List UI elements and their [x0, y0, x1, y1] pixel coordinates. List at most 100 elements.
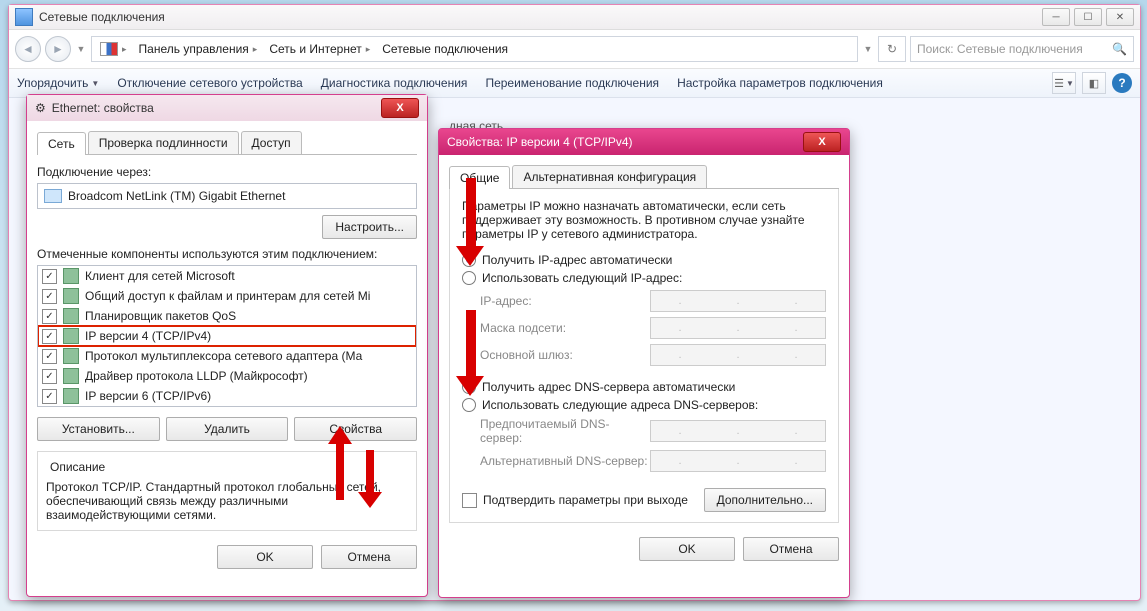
subnet-mask-input: ... [650, 317, 826, 339]
radio-auto-ip[interactable]: Получить IP-адрес автоматически [462, 253, 826, 267]
description-text: Протокол TCP/IP. Стандартный протокол гл… [46, 480, 408, 522]
search-placeholder: Поиск: Сетевые подключения [917, 42, 1083, 56]
component-icon [63, 368, 79, 384]
ip-address-label: IP-адрес: [480, 294, 650, 308]
gateway-label: Основной шлюз: [480, 348, 650, 362]
nav-forward-button[interactable]: ► [45, 36, 71, 62]
preferred-dns-input: ... [650, 420, 826, 442]
ipv4-properties-dialog: Свойства: IP версии 4 (TCP/IPv4) X Общие… [438, 128, 850, 598]
minimize-button[interactable]: ─ [1042, 8, 1070, 26]
radio-auto-dns[interactable]: Получить адрес DNS-сервера автоматически [462, 380, 826, 394]
nic-icon [44, 189, 62, 203]
dialog-titlebar[interactable]: Свойства: IP версии 4 (TCP/IPv4) X [439, 129, 849, 155]
list-item[interactable]: ✓Планировщик пакетов QoS [38, 306, 416, 326]
list-item[interactable]: ✓Драйвер протокола LLDP (Майкрософт) [38, 366, 416, 386]
refresh-button[interactable]: ↻ [878, 36, 906, 62]
preview-pane-button[interactable]: ◧ [1082, 72, 1106, 94]
alternate-dns-input: ... [650, 450, 826, 472]
component-list[interactable]: ✓Клиент для сетей Microsoft ✓Общий досту… [37, 265, 417, 407]
window-titlebar: Сетевые подключения ─ ☐ ✕ [9, 5, 1140, 30]
component-icon [63, 288, 79, 304]
breadcrumb-seg[interactable]: Панель управления [139, 42, 249, 56]
component-icon [63, 328, 79, 344]
breadcrumb-seg[interactable]: Сеть и Интернет [269, 42, 361, 56]
subnet-mask-label: Маска подсети: [480, 321, 650, 335]
checkbox[interactable]: ✓ [42, 329, 57, 344]
checkbox[interactable]: ✓ [42, 369, 57, 384]
advanced-button[interactable]: Дополнительно... [704, 488, 826, 512]
nav-back-button[interactable]: ◄ [15, 36, 41, 62]
search-input[interactable]: Поиск: Сетевые подключения 🔍 [910, 36, 1134, 62]
tab-strip: Общие Альтернативная конфигурация [449, 165, 839, 189]
dialog-title: Свойства: IP версии 4 (TCP/IPv4) [447, 135, 633, 149]
tab-access[interactable]: Доступ [241, 131, 302, 154]
help-button[interactable]: ? [1112, 73, 1132, 93]
close-button[interactable]: ✕ [1106, 8, 1134, 26]
remove-button[interactable]: Удалить [166, 417, 289, 441]
gateway-input: ... [650, 344, 826, 366]
component-icon [63, 388, 79, 404]
ip-address-input: ... [650, 290, 826, 312]
tab-alt-config[interactable]: Альтернативная конфигурация [512, 165, 707, 188]
toolbar-connection-settings[interactable]: Настройка параметров подключения [677, 76, 883, 90]
breadcrumb-seg[interactable]: Сетевые подключения [382, 42, 508, 56]
dialog-close-button[interactable]: X [381, 98, 419, 118]
component-icon [63, 308, 79, 324]
annotation-arrow [360, 450, 380, 510]
checkbox[interactable]: ✓ [42, 389, 57, 404]
intro-text: Параметры IP можно назначать автоматичес… [462, 199, 826, 241]
maximize-button[interactable]: ☐ [1074, 8, 1102, 26]
toolbar-organize[interactable]: Упорядочить▼ [17, 76, 99, 90]
list-item[interactable]: ✓Клиент для сетей Microsoft [38, 266, 416, 286]
ok-button[interactable]: OK [217, 545, 313, 569]
toolbar-disable-device[interactable]: Отключение сетевого устройства [117, 76, 302, 90]
cancel-button[interactable]: Отмена [743, 537, 839, 561]
window-title: Сетевые подключения [39, 10, 165, 24]
configure-button[interactable]: Настроить... [322, 215, 417, 239]
install-button[interactable]: Установить... [37, 417, 160, 441]
adapter-name: Broadcom NetLink (TM) Gigabit Ethernet [68, 189, 285, 203]
list-item[interactable]: ✓IP версии 6 (TCP/IPv6) [38, 386, 416, 406]
dialog-titlebar[interactable]: ⚙ Ethernet: свойства X [27, 95, 427, 121]
dialog-title: Ethernet: свойства [52, 101, 154, 115]
list-item[interactable]: ✓Протокол мультиплексора сетевого адапте… [38, 346, 416, 366]
tab-network[interactable]: Сеть [37, 132, 86, 155]
component-icon [63, 348, 79, 364]
radio-manual-dns[interactable]: Использовать следующие адреса DNS-сервер… [462, 398, 826, 412]
nav-history-dropdown[interactable]: ▼ [75, 44, 87, 54]
confirm-on-exit-label: Подтвердить параметры при выходе [483, 493, 688, 507]
component-icon [63, 268, 79, 284]
ethernet-properties-dialog: ⚙ Ethernet: свойства X Сеть Проверка под… [26, 94, 428, 597]
net-adapter-icon: ⚙ [35, 101, 46, 115]
annotation-arrow [330, 420, 350, 500]
components-label: Отмеченные компоненты используются этим … [37, 247, 417, 261]
confirm-on-exit-checkbox[interactable] [462, 493, 477, 508]
toolbar-rename[interactable]: Переименование подключения [485, 76, 659, 90]
checkbox[interactable]: ✓ [42, 269, 57, 284]
list-item[interactable]: ✓Общий доступ к файлам и принтерам для с… [38, 286, 416, 306]
checkbox[interactable]: ✓ [42, 309, 57, 324]
checkbox[interactable]: ✓ [42, 289, 57, 304]
alternate-dns-label: Альтернативный DNS-сервер: [480, 454, 650, 468]
properties-button[interactable]: Свойства [294, 417, 417, 441]
cancel-button[interactable]: Отмена [321, 545, 417, 569]
breadcrumb-bar[interactable]: ▸ Панель управления▸ Сеть и Интернет▸ Се… [91, 36, 858, 62]
connect-via-label: Подключение через: [37, 165, 417, 179]
list-item-ipv4[interactable]: ✓IP версии 4 (TCP/IPv4) [38, 326, 416, 346]
address-bar: ◄ ► ▼ ▸ Панель управления▸ Сеть и Интерн… [9, 30, 1140, 69]
radio-manual-ip[interactable]: Использовать следующий IP-адрес: [462, 271, 826, 285]
search-icon: 🔍 [1112, 42, 1127, 56]
annotation-arrow [458, 178, 484, 268]
annotation-arrow [458, 310, 484, 400]
app-icon [15, 8, 33, 26]
tab-strip: Сеть Проверка подлинности Доступ [37, 131, 417, 155]
ok-button[interactable]: OK [639, 537, 735, 561]
preferred-dns-label: Предпочитаемый DNS-сервер: [480, 417, 650, 445]
view-options-button[interactable]: ☰ ▼ [1052, 72, 1076, 94]
control-panel-icon [100, 42, 118, 56]
checkbox[interactable]: ✓ [42, 349, 57, 364]
dialog-close-button[interactable]: X [803, 132, 841, 152]
tab-authentication[interactable]: Проверка подлинности [88, 131, 239, 154]
address-dropdown[interactable]: ▼ [862, 44, 874, 54]
toolbar-diagnose[interactable]: Диагностика подключения [321, 76, 468, 90]
